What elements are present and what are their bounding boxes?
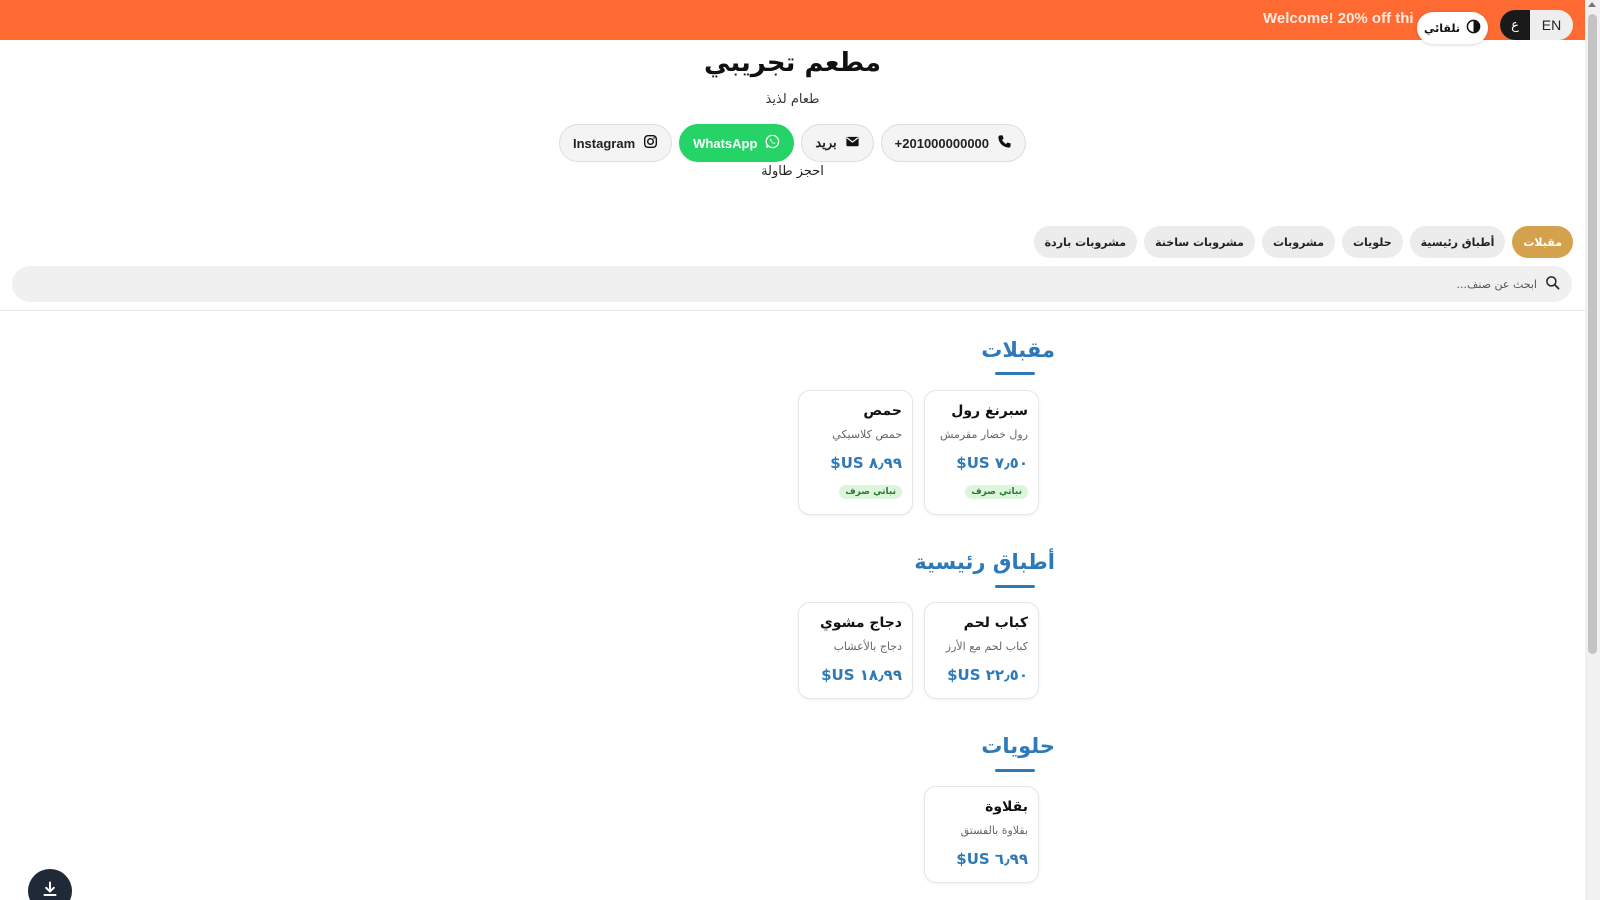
menu-item-price: ٧٫٥٠ US$	[956, 454, 1028, 472]
vegan-badge: نباتي صرف	[965, 485, 1028, 499]
menu-item-card[interactable]: سبرنغ رول رول خضار مقرمش ٧٫٥٠ US$ نباتي …	[924, 390, 1039, 515]
search-input[interactable]	[1137, 277, 1537, 291]
tab-main-dishes[interactable]: أطباق رئيسية	[1409, 226, 1506, 258]
tab-drinks[interactable]: مشروبات	[1262, 226, 1335, 258]
section-title-appetizers: مقبلات	[981, 338, 1055, 362]
contrast-icon	[1466, 19, 1481, 37]
page-scrollbar[interactable]	[1585, 0, 1600, 900]
section-underline	[995, 372, 1035, 375]
whatsapp-icon	[765, 134, 780, 152]
vegan-badge: نباتي صرف	[839, 485, 902, 499]
phone-icon	[997, 134, 1012, 152]
header-divider	[0, 310, 1585, 311]
restaurant-subtitle: طعام لذيذ	[765, 92, 820, 107]
tab-appetizers[interactable]: مقبلات	[1512, 226, 1573, 258]
theme-toggle-button[interactable]: تلقائي	[1417, 12, 1488, 44]
promo-banner: Welcome! 20% off thi	[0, 0, 1585, 40]
menu-item-description: بقلاوة بالفستق	[960, 824, 1028, 837]
menu-item-description: كباب لحم مع الأرز	[945, 640, 1028, 653]
whatsapp-label: WhatsApp	[693, 135, 758, 151]
contact-buttons: +201000000000 بريد WhatsApp Instagram	[0, 124, 1585, 162]
menu-item-card[interactable]: كباب لحم كباب لحم مع الأرز ٢٢٫٥٠ US$	[924, 602, 1039, 699]
instagram-label: Instagram	[573, 135, 636, 151]
phone-button[interactable]: +201000000000	[880, 124, 1027, 162]
menu-item-name: سبرنغ رول	[951, 403, 1028, 419]
promo-banner-text: Welcome! 20% off thi	[1263, 10, 1414, 27]
section-underline	[995, 585, 1035, 588]
menu-item-name: كباب لحم	[963, 615, 1028, 631]
menu-item-price: ٨٫٩٩ US$	[830, 454, 902, 472]
menu-item-card[interactable]: دجاج مشوي دجاج بالأعشاب ١٨٫٩٩ US$	[798, 602, 913, 699]
menu-item-name: بقلاوة	[985, 799, 1028, 815]
menu-item-description: حمص كلاسيكي	[832, 428, 902, 441]
instagram-button[interactable]: Instagram	[559, 124, 673, 162]
email-button[interactable]: بريد	[801, 124, 874, 162]
download-button[interactable]	[28, 869, 72, 900]
menu-item-description: دجاج بالأعشاب	[833, 640, 902, 653]
restaurant-title: مطعم تجريبي	[704, 48, 881, 78]
phone-number: +201000000000	[894, 135, 990, 151]
tab-cold-drinks[interactable]: مشروبات باردة	[1033, 226, 1138, 258]
language-toggle[interactable]: ع EN	[1500, 10, 1573, 40]
lang-ar-button[interactable]: ع	[1500, 10, 1530, 40]
lang-en-button[interactable]: EN	[1530, 10, 1573, 40]
category-tabs: مقبلات أطباق رئيسية حلويات مشروبات مشروب…	[1033, 226, 1573, 258]
section-title-main-dishes: أطباق رئيسية	[914, 550, 1055, 574]
reserve-table-link[interactable]: احجز طاولة	[0, 164, 1585, 179]
section-underline	[995, 769, 1035, 772]
menu-item-card[interactable]: حمص حمص كلاسيكي ٨٫٩٩ US$ نباتي صرف	[798, 390, 913, 515]
menu-item-price: ٢٢٫٥٠ US$	[947, 666, 1028, 684]
tab-desserts[interactable]: حلويات	[1342, 226, 1403, 258]
menu-item-name: حمص	[863, 403, 902, 419]
menu-item-card[interactable]: بقلاوة بقلاوة بالفستق ٦٫٩٩ US$	[924, 786, 1039, 883]
menu-item-price: ٦٫٩٩ US$	[956, 850, 1028, 868]
menu-item-price: ١٨٫٩٩ US$	[821, 666, 902, 684]
tab-hot-drinks[interactable]: مشروبات ساخنة	[1144, 226, 1255, 258]
menu-item-description: رول خضار مقرمش	[939, 428, 1028, 441]
menu-item-name: دجاج مشوي	[819, 615, 902, 631]
search-bar	[12, 266, 1572, 302]
search-icon	[1545, 275, 1560, 294]
section-title-desserts: حلويات	[981, 734, 1055, 758]
email-label: بريد	[815, 135, 837, 150]
instagram-icon	[643, 134, 658, 152]
whatsapp-button[interactable]: WhatsApp	[679, 124, 795, 162]
theme-toggle-label: تلقائي	[1424, 21, 1460, 35]
scroll-up-arrow-icon[interactable]	[1588, 2, 1596, 7]
download-icon	[42, 881, 58, 900]
mail-icon	[845, 134, 860, 152]
scrollbar-thumb[interactable]	[1588, 14, 1597, 654]
